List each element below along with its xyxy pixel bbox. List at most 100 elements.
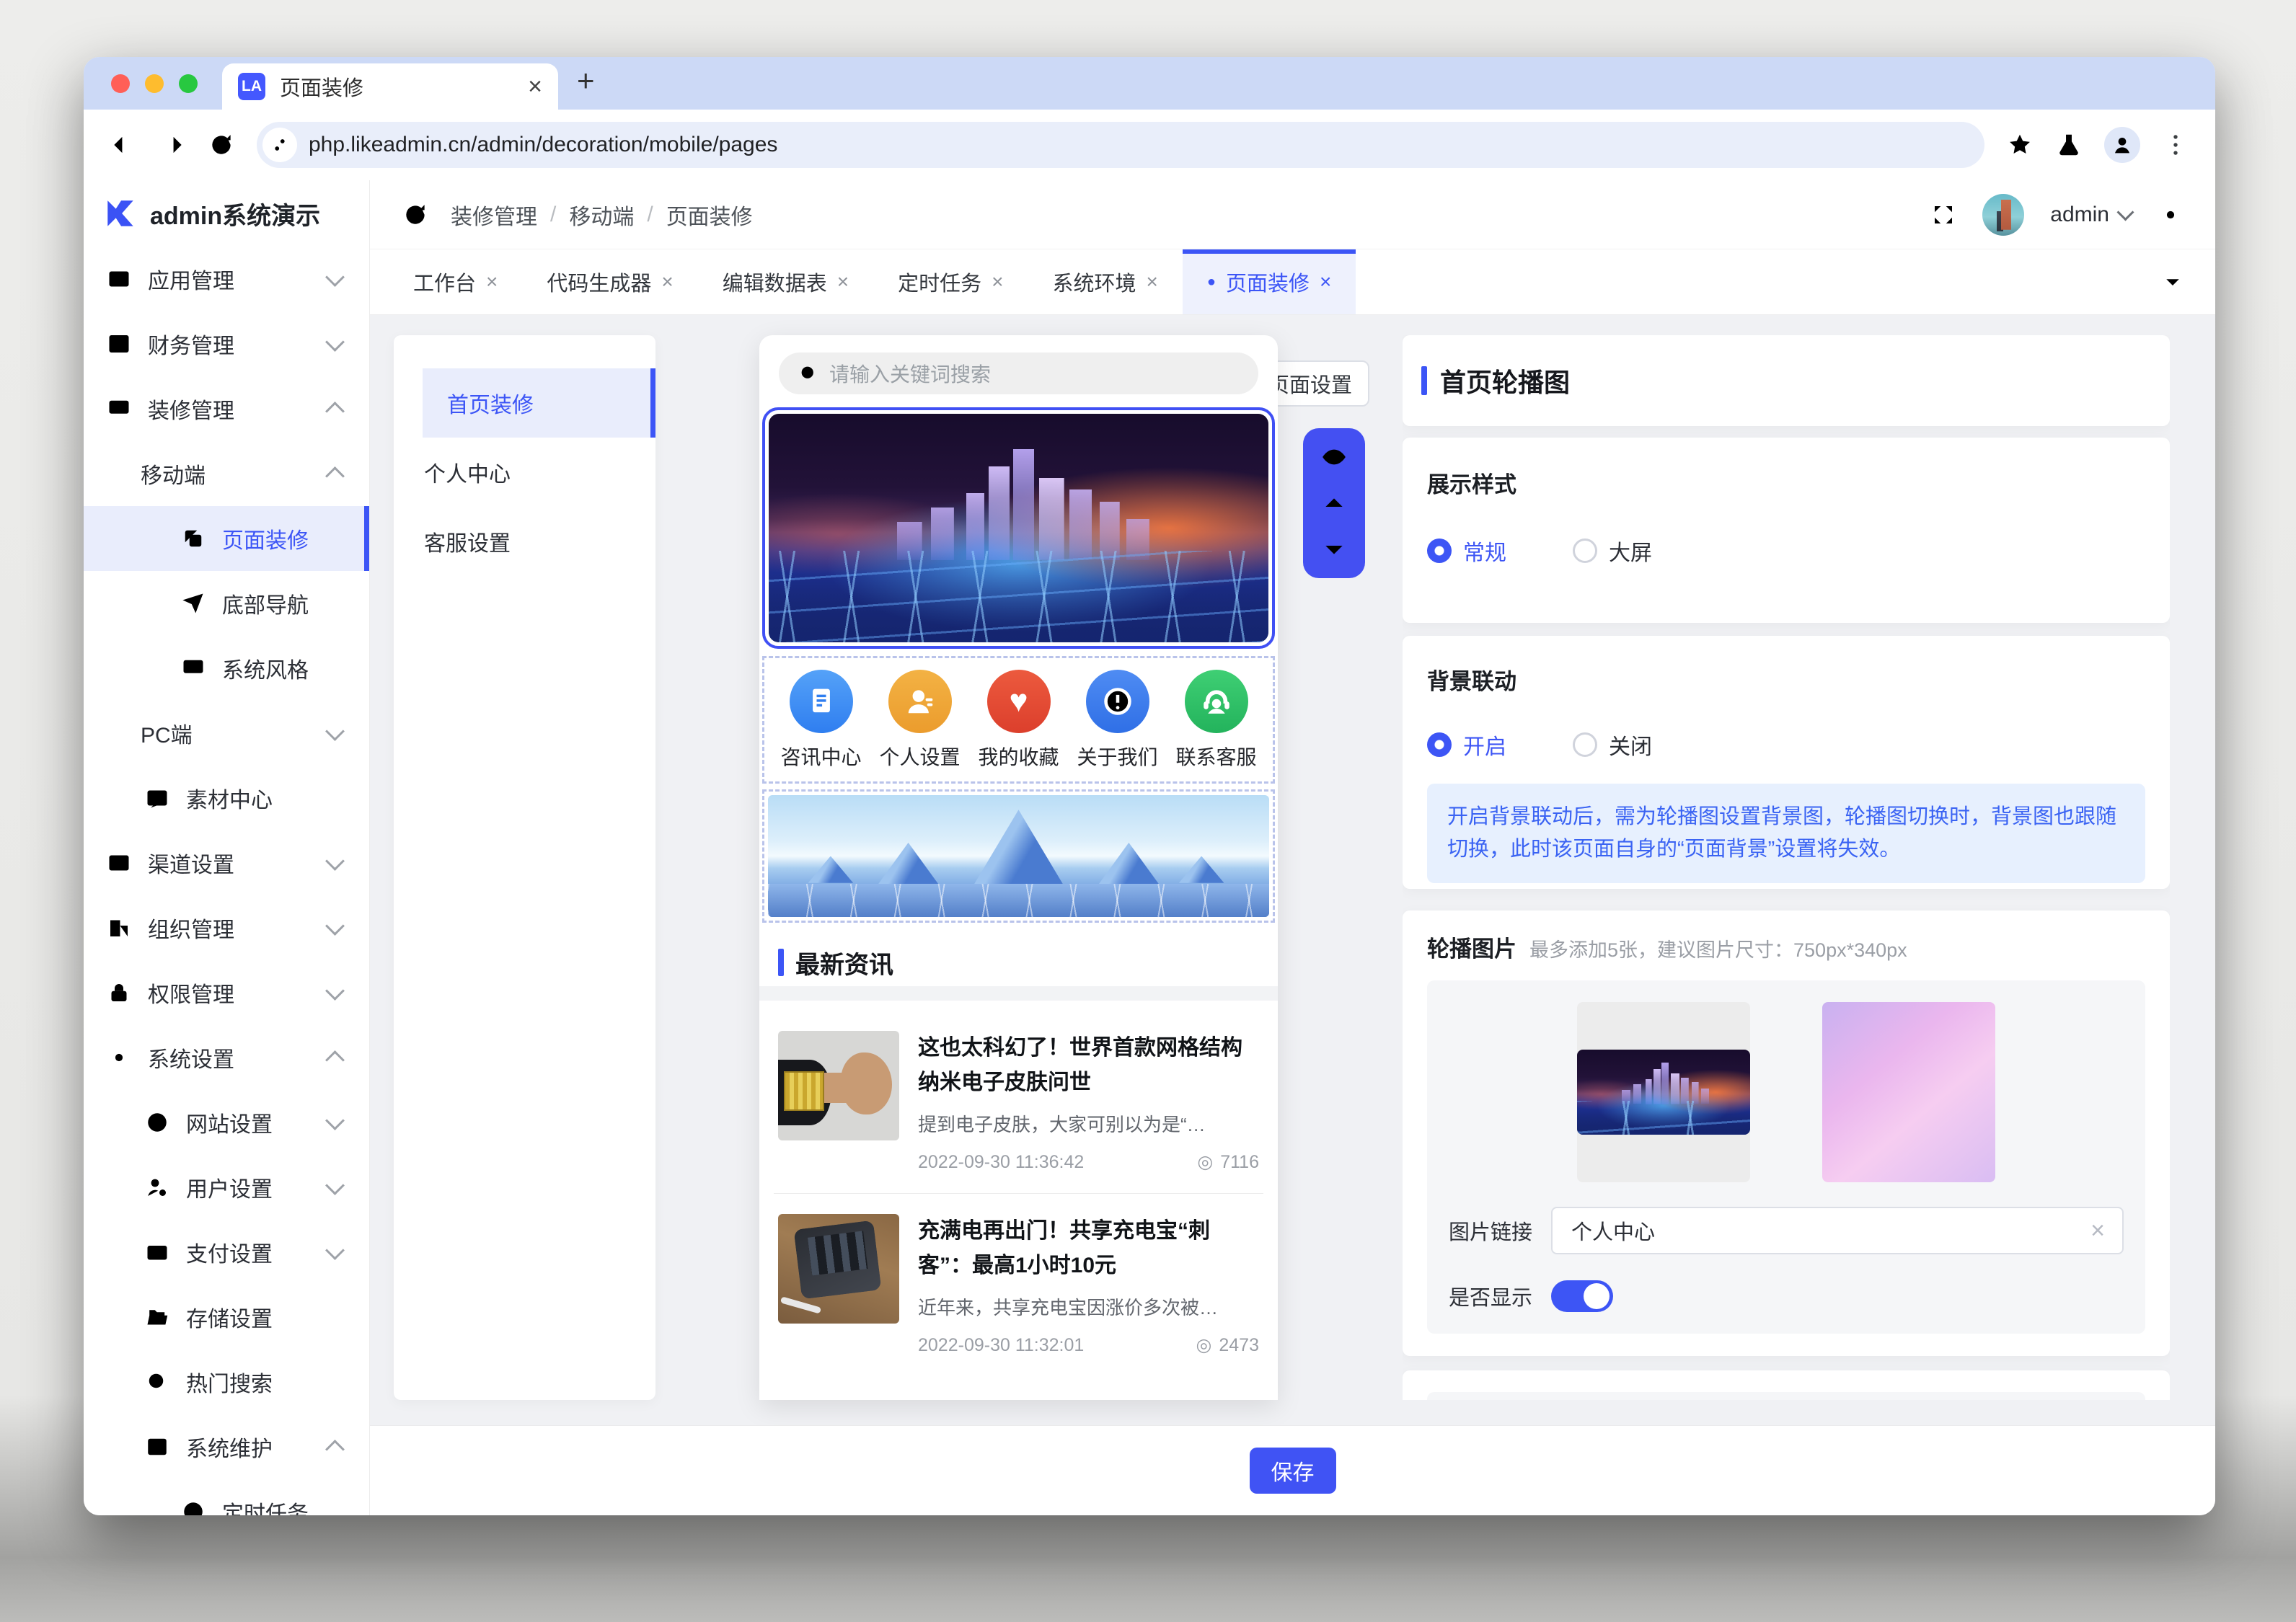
breadcrumb-item[interactable]: 移动端 <box>569 199 634 231</box>
tab-scheduled-tasks[interactable]: 定时任务× <box>873 249 1028 314</box>
avatar[interactable] <box>1982 194 2024 236</box>
visible-field-label: 是否显示 <box>1449 1281 1532 1311</box>
nav-item-about[interactable]: 关于我们 <box>1075 670 1160 771</box>
sidebar-item-hot-search[interactable]: 热门搜索 <box>84 1350 369 1414</box>
sidebar-item-decoration[interactable]: 装修管理 <box>84 376 369 441</box>
sidebar-item-material-center[interactable]: 素材中心 <box>84 766 369 830</box>
sidebar-item-page-decoration[interactable]: 页面装修 <box>84 506 369 571</box>
bookmark-star-icon[interactable] <box>2006 131 2034 159</box>
close-window-button[interactable] <box>111 74 130 93</box>
news-thumbnail <box>778 1214 899 1324</box>
browser-menu-icon[interactable] <box>2162 131 2189 159</box>
carousel-thumb-abstract[interactable] <box>1822 1002 1995 1182</box>
labs-flask-icon[interactable] <box>2055 131 2083 159</box>
clear-input-icon[interactable]: × <box>2090 1218 2105 1243</box>
sidebar-item-pc[interactable]: PC端 <box>84 701 369 766</box>
desktop: LA 页面装修 × + php.likeadmin.cn/admin/decor… <box>0 0 2296 1622</box>
radio-linkage-on[interactable]: 开启 <box>1427 729 1506 761</box>
forward-icon[interactable] <box>159 131 186 159</box>
radio-style-large[interactable]: 大屏 <box>1573 535 1652 567</box>
sidebar-item-app-management[interactable]: 应用管理 <box>84 247 369 311</box>
sidebar-item-storage-settings[interactable]: 存储设置 <box>84 1285 369 1350</box>
close-tab-icon[interactable]: × <box>528 74 542 99</box>
sidebar-item-channel-settings[interactable]: 渠道设置 <box>84 830 369 895</box>
site-info-icon[interactable] <box>262 128 297 162</box>
app-logo-icon <box>102 195 138 231</box>
back-icon[interactable] <box>110 131 137 159</box>
news-item[interactable]: 这也太科幻了！世界首款网格结构纳米电子皮肤问世 提到电子皮肤，大家可别以为是“…… <box>774 1011 1263 1193</box>
close-tab-icon[interactable]: × <box>837 270 849 293</box>
nav-item-news[interactable]: 咨讯中心 <box>779 670 864 771</box>
fullscreen-icon[interactable] <box>1930 202 1956 228</box>
browser-profile-icon[interactable] <box>2104 127 2140 163</box>
window-controls <box>84 57 222 110</box>
banner-component-selected[interactable] <box>762 407 1275 649</box>
minimize-window-button[interactable] <box>145 74 164 93</box>
page-item-home[interactable]: 首页装修 <box>423 368 655 438</box>
user-icon <box>144 1174 170 1200</box>
sidebar-item-mobile[interactable]: 移动端 <box>84 441 369 506</box>
sidebar-item-bottom-nav[interactable]: 底部导航 <box>84 571 369 636</box>
tab-overflow-chevron-icon[interactable] <box>2162 249 2215 314</box>
reload-icon[interactable] <box>208 131 235 159</box>
page-item-customer-service[interactable]: 客服设置 <box>394 507 655 576</box>
carousel-item-editor: 图片链接 × 是否显示 <box>1427 980 2145 1334</box>
sidebar-item-organization[interactable]: 组织管理 <box>84 895 369 960</box>
sidebar-item-payment-settings[interactable]: 支付设置 <box>84 1220 369 1285</box>
move-down-chevron-icon[interactable] <box>1320 535 1348 564</box>
sidebar-item-finance[interactable]: 财务管理 <box>84 311 369 376</box>
user-menu[interactable]: admin <box>2050 203 2132 227</box>
news-item[interactable]: 充满电再出门！共享充电宝“刺客”：最高1小时10元 近年来，共享充电宝因涨价多次… <box>774 1193 1263 1376</box>
move-up-chevron-icon[interactable] <box>1320 489 1348 518</box>
save-button[interactable]: 保存 <box>1250 1448 1336 1494</box>
tab-code-generator[interactable]: 代码生成器× <box>522 249 697 314</box>
nav-grid-component[interactable]: 咨讯中心 个人设置 ♥ 我的收藏 <box>762 656 1275 784</box>
nav-item-profile[interactable]: 个人设置 <box>878 670 963 771</box>
carousel-thumb-city[interactable] <box>1577 1002 1750 1182</box>
close-tab-icon[interactable]: × <box>992 270 1003 293</box>
phone-search-bar[interactable]: 请输入关键词搜索 <box>779 353 1258 394</box>
sidebar-item-user-settings[interactable]: 用户设置 <box>84 1155 369 1220</box>
page-item-personal-center[interactable]: 个人中心 <box>394 438 655 507</box>
image-link-input[interactable]: × <box>1551 1207 2124 1254</box>
close-tab-icon[interactable]: × <box>486 270 498 293</box>
sidebar-item-system-maintenance[interactable]: 系统维护 <box>84 1414 369 1479</box>
link-field-label: 图片链接 <box>1449 1215 1532 1246</box>
sidebar-item-system-style[interactable]: 系统风格 <box>84 636 369 701</box>
tab-edit-table[interactable]: 编辑数据表× <box>698 249 873 314</box>
radio-linkage-off[interactable]: 关闭 <box>1573 729 1652 761</box>
zoom-window-button[interactable] <box>179 74 198 93</box>
tab-page-decoration[interactable]: ●页面装修× <box>1183 249 1356 314</box>
sidebar-item-scheduled-tasks[interactable]: 定时任务 <box>84 1479 369 1515</box>
sidebar-item-permissions[interactable]: 权限管理 <box>84 960 369 1025</box>
visibility-toggle[interactable] <box>1551 1280 1613 1312</box>
browser-tab[interactable]: LA 页面装修 × <box>222 63 558 110</box>
new-tab-button[interactable]: + <box>577 58 595 104</box>
tab-system-env[interactable]: 系统环境× <box>1028 249 1183 314</box>
close-tab-icon[interactable]: × <box>1320 270 1331 293</box>
nav-item-service[interactable]: 联系客服 <box>1174 670 1259 771</box>
sidebar-item-system-settings[interactable]: 系统设置 <box>84 1025 369 1090</box>
linkage-tip: 开启背景联动后，需为轮播图设置背景图，轮播图切换时，背景图也跟随切换，此时该页面… <box>1427 784 2145 883</box>
sidebar-item-website-settings[interactable]: 网站设置 <box>84 1090 369 1155</box>
news-date: 2022-09-30 11:36:42 <box>918 1152 1084 1173</box>
close-tab-icon[interactable]: × <box>1147 270 1158 293</box>
address-bar[interactable]: php.likeadmin.cn/admin/decoration/mobile… <box>257 122 1984 168</box>
radio-icon <box>1427 732 1452 757</box>
url-text[interactable]: php.likeadmin.cn/admin/decoration/mobile… <box>309 133 777 157</box>
refresh-icon[interactable] <box>402 201 429 229</box>
settings-gear-icon[interactable] <box>2158 202 2184 228</box>
breadcrumb-item[interactable]: 装修管理 <box>451 199 537 231</box>
component-toolbar <box>1303 428 1365 578</box>
radio-style-normal[interactable]: 常规 <box>1427 535 1506 567</box>
news-summary: 提到电子皮肤，大家可别以为是“… <box>918 1110 1259 1137</box>
tab-workbench[interactable]: 工作台× <box>389 249 522 314</box>
drag-move-icon[interactable] <box>2088 1277 2119 1309</box>
image-link-value[interactable] <box>1570 1218 2090 1244</box>
hide-eye-off-icon[interactable] <box>1320 443 1348 471</box>
search-icon <box>798 363 819 384</box>
banner2-component[interactable] <box>762 789 1275 923</box>
nav-item-favorites[interactable]: ♥ 我的收藏 <box>976 670 1061 771</box>
close-tab-icon[interactable]: × <box>661 270 673 293</box>
breadcrumb-item[interactable]: 页面装修 <box>666 199 753 231</box>
